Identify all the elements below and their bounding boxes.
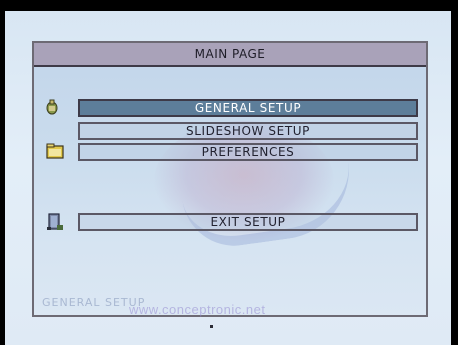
menu-item-label: GENERAL SETUP <box>194 101 302 115</box>
exit-door-icon <box>46 213 64 231</box>
menu-item-label: PREFERENCES <box>201 145 295 159</box>
menu-item-label: SLIDESHOW SETUP <box>186 124 310 138</box>
menu-item-general-setup[interactable]: GENERAL SETUP <box>78 99 418 117</box>
menu-item-exit-setup[interactable]: EXIT SETUP <box>78 213 418 231</box>
folder-icon <box>46 143 64 159</box>
menu-item-slideshow-setup[interactable]: SLIDESHOW SETUP <box>78 122 418 140</box>
cursor-dot <box>210 325 213 328</box>
setup-panel: MAIN PAGE GENERAL SETUP SLIDESHOW SETUP <box>32 41 428 317</box>
tv-screen: MAIN PAGE GENERAL SETUP SLIDESHOW SETUP <box>5 11 451 345</box>
menu-item-preferences[interactable]: PREFERENCES <box>78 143 418 161</box>
menu-item-label: EXIT SETUP <box>210 215 286 229</box>
settings-figure-icon <box>46 99 58 115</box>
page-title: MAIN PAGE <box>34 43 426 67</box>
watermark-url: www.conceptronic.net <box>129 302 266 317</box>
